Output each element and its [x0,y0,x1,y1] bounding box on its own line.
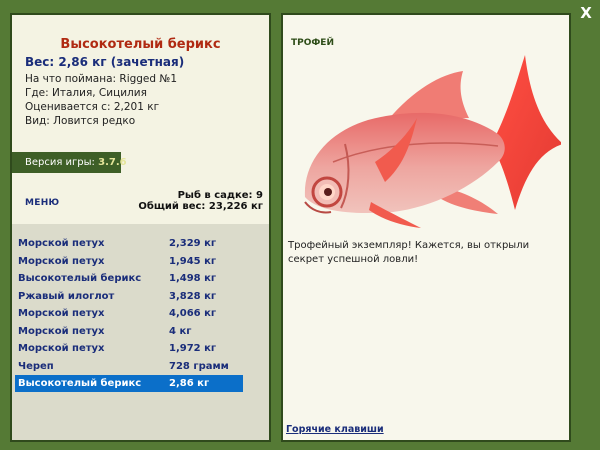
rarity-info: Вид: Ловится редко [25,115,136,127]
catch-list-row[interactable]: Ржавый илоглот 3,828 кг [15,288,243,305]
catch-list-row[interactable]: Высокотелый берикс 1,498 кг [15,270,243,287]
fish-illustration [304,55,561,228]
catch-list-row[interactable]: Морской петух 1,972 кг [15,340,243,357]
catch-list-row[interactable]: Череп 728 грамм [15,358,243,375]
catch-fish-weight: 3,828 кг [169,290,217,302]
trophy-panel: ТРОФЕЙ Трофейный экземпляр! Кажется, вы … [281,13,571,442]
catch-fish-weight: 2,329 кг [169,238,217,249]
catch-fish-weight: 4 кг [169,325,192,337]
catch-fish-name: Морской петух [18,308,105,319]
catch-fish-name: Череп [18,360,54,372]
catch-fish-weight: 4,066 кг [169,308,217,319]
catch-list-row[interactable]: Морской петух 2,329 кг [15,235,243,252]
catch-list-row[interactable]: Морской петух 1,945 кг [15,253,243,270]
close-button[interactable]: X [577,4,595,22]
catch-fish-weight: 728 грамм [169,360,229,372]
catch-fish-name: Морской петух [18,255,105,267]
catch-fish-name: Морской петух [18,343,105,354]
catch-fish-name: Высокотелый берикс [18,273,142,284]
fish-info-panel: Высокотелый берикс Вес: 2,86 кг (зачетна… [10,13,271,442]
fish-weight: Вес: 2,86 кг (зачетная) [25,55,185,69]
version-badge: Версия игры: 3.7.6 [12,152,127,173]
menu-button[interactable]: МЕНЮ [25,198,59,208]
catch-fish-weight: 2,86 кг [169,378,210,389]
fish-name: Высокотелый берикс [60,37,221,52]
catch-list-row[interactable]: Высокотелый берикс 2,86 кг [15,375,243,392]
catch-fish-weight: 1,945 кг [169,255,217,267]
catch-fish-name: Ржавый илоглот [18,290,115,302]
trophy-message: Трофейный экземпляр! Кажется, вы открыли… [288,240,530,265]
valued-info: Оценивается с: 2,201 кг [25,101,160,113]
bait-info: На что поймана: Rigged №1 [25,73,177,85]
catch-fish-name: Морской петух [18,325,105,337]
fish-count: Рыб в садке: 9 [177,190,263,201]
catch-fish-weight: 1,498 кг [169,273,217,284]
catch-list-row[interactable]: Морской петух 4,066 кг [15,305,243,322]
catch-fish-name: Морской петух [18,238,105,249]
catch-list: Морской петух 2,329 кг Морской петух 1,945 … [12,224,269,440]
catch-fish-name: Высокотелый берикс [18,378,142,389]
hotkeys-link[interactable]: Горячие клавиши [286,424,384,435]
location-info: Где: Италия, Сицилия [25,87,147,99]
tail-fin [495,55,561,210]
catch-list-row[interactable]: Морской петух 4 кг [15,323,243,340]
total-weight: Общий вес: 23,226 кг [138,201,263,212]
version-value: 3.7.6 [98,157,127,168]
dorsal-fin [388,71,469,120]
catch-fish-weight: 1,972 кг [169,343,217,354]
version-label: Версия игры: [25,157,95,168]
